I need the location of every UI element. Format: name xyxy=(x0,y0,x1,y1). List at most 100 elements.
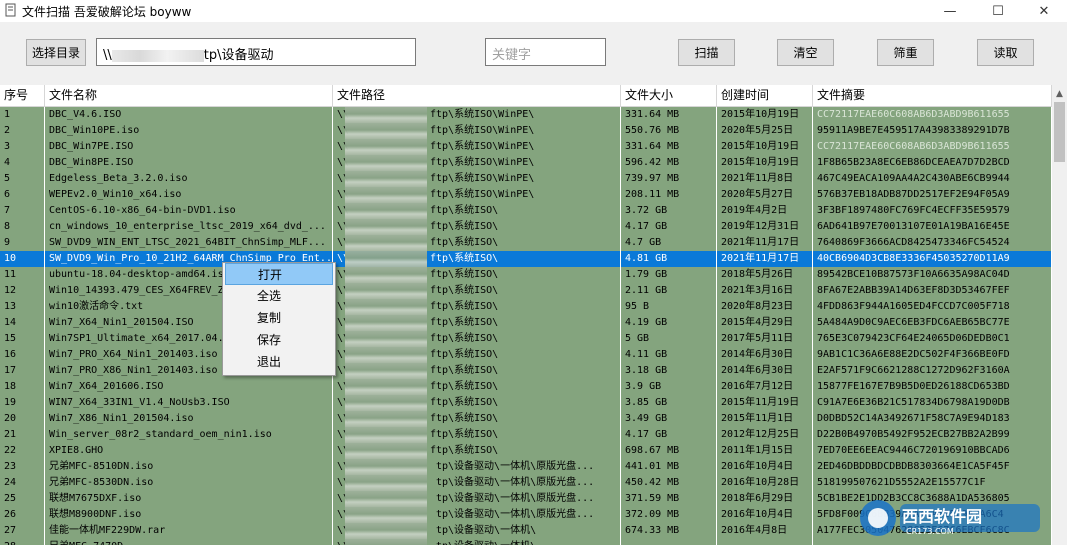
path-tail: ftp\系统ISO\ xyxy=(430,445,499,456)
scroll-up-arrow-icon[interactable]: ▲ xyxy=(1052,85,1067,102)
cell-filename: WEPEv2.0_Win10_x64.iso xyxy=(45,187,333,203)
cell-filename: 兄弟MFC-8510DN.iso xyxy=(45,459,333,475)
path-tail: ftp\系统ISO\ xyxy=(430,317,499,328)
table-row[interactable]: 24 兄弟MFC-8530DN.iso \\ tp\设备驱动\一体机\原版光盘... 4… xyxy=(0,475,1052,491)
cell-created: 2021年11月17日 xyxy=(717,251,813,267)
table-row[interactable]: 11 ubuntu-18.04-desktop-amd64.iso \\ ftp\系统… xyxy=(0,267,1052,283)
cell-filesize: 3.85 GB xyxy=(621,395,717,411)
cell-filesize: 95 B xyxy=(621,299,717,315)
dedupe-button[interactable]: 筛重 xyxy=(877,39,934,66)
table-row[interactable]: 1 DBC_V4.6.ISO \\ ftp\系统ISO\WinPE\ 331.64 MB… xyxy=(0,107,1052,123)
select-directory-button[interactable]: 选择目录 xyxy=(26,39,86,66)
table-row[interactable]: 21 Win_server_08r2_standard_oem_nin1.iso \… xyxy=(0,427,1052,443)
watermark-subtext: CR173.COM xyxy=(906,527,954,536)
path-tail: ftp\系统ISO\ xyxy=(430,301,499,312)
path-tail: ftp\系统ISO\ xyxy=(430,397,499,408)
cell-digest: CC72117EAE60C608AB6D3ABD9B611655 xyxy=(813,139,1052,155)
cell-filesize: 3.18 GB xyxy=(621,363,717,379)
app-icon xyxy=(5,3,16,17)
table-row[interactable]: 9 SW_DVD9_WIN_ENT_LTSC_2021_64BIT_ChnSimp… xyxy=(0,235,1052,251)
cell-filesize: ... xyxy=(621,539,717,545)
table-row[interactable]: 15 Win7SP1_Ultimate_x64_2017.04.iso \\ ftp\… xyxy=(0,331,1052,347)
directory-path-input[interactable]: \\ tp\设备驱动 xyxy=(96,38,416,66)
cell-index: 25 xyxy=(0,491,45,507)
table-row[interactable]: 20 Win7_X86_Nin1_201504.iso \\ ftp\系统ISO\ 3.… xyxy=(0,411,1052,427)
cell-filesize: 550.76 MB xyxy=(621,123,717,139)
cell-filename: 兄弟MFC-8530DN.iso xyxy=(45,475,333,491)
clear-button[interactable]: 清空 xyxy=(777,39,834,66)
cell-filesize: 2.11 GB xyxy=(621,283,717,299)
cell-filename: 联想M7675DXF.iso xyxy=(45,491,333,507)
watermark-text: 西西软件园 xyxy=(902,507,983,526)
cell-filesize: 5 GB xyxy=(621,331,717,347)
table-row[interactable]: 17 Win7_PRO_X86_Nin1_201403.iso \\ ftp\系统IS… xyxy=(0,363,1052,379)
scan-button[interactable]: 扫描 xyxy=(678,39,735,66)
cell-digest: C91A7E6E36B21C517834D6798A19D0DB xyxy=(813,395,1052,411)
path-tail: ftp\系统ISO\ xyxy=(430,285,499,296)
cell-created: 2021年3月16日 xyxy=(717,283,813,299)
header-index[interactable]: 序号 xyxy=(0,85,45,106)
cell-filesize: 3.49 GB xyxy=(621,411,717,427)
path-tail: ftp\系统ISO\WinPE\ xyxy=(430,157,535,168)
table-row[interactable]: 19 WIN7_X64_33IN1_V1.4_NoUsb3.ISO \\ ftp\系统… xyxy=(0,395,1052,411)
header-filesize[interactable]: 文件大小 xyxy=(621,85,717,106)
table-row[interactable]: 6 WEPEv2.0_Win10_x64.iso \\ ftp\系统ISO\WinPE… xyxy=(0,187,1052,203)
cell-index: 17 xyxy=(0,363,45,379)
table-row[interactable]: 2 DBC_Win10PE.iso \\ ftp\系统ISO\WinPE\ 550.76… xyxy=(0,123,1052,139)
table-row[interactable]: 22 XPIE8.GHO \\ ftp\系统ISO\ 698.67 MB 2011年1月1… xyxy=(0,443,1052,459)
close-button[interactable]: ✕ xyxy=(1021,0,1067,22)
cell-created: 2019年4月2日 xyxy=(717,203,813,219)
menu-exit[interactable]: 退出 xyxy=(225,351,333,373)
cell-index: 1 xyxy=(0,107,45,123)
read-button[interactable]: 读取 xyxy=(977,39,1034,66)
table-row[interactable]: 5 Edgeless_Beta_3.2.0.iso \\ ftp\系统ISO\WinP… xyxy=(0,171,1052,187)
cell-index: 27 xyxy=(0,523,45,539)
table-row[interactable]: 8 cn_windows_10_enterprise_ltsc_2019_x64_… xyxy=(0,219,1052,235)
maximize-button[interactable]: ☐ xyxy=(975,0,1021,22)
keyword-input[interactable]: 关键字 xyxy=(485,38,606,66)
cell-filename: Edgeless_Beta_3.2.0.iso xyxy=(45,171,333,187)
table-row[interactable]: 4 DBC_Win8PE.ISO \\ ftp\系统ISO\WinPE\ 596.42 … xyxy=(0,155,1052,171)
menu-select-all[interactable]: 全选 xyxy=(225,285,333,307)
table-row[interactable]: 16 Win7_PRO_X64_Nin1_201403.iso \\ ftp\系统IS… xyxy=(0,347,1052,363)
cell-filename: Win_server_08r2_standard_oem_nin1.iso xyxy=(45,427,333,443)
cell-filesize: 674.33 MB xyxy=(621,523,717,539)
table-row[interactable]: 3 DBC_Win7PE.ISO \\ ftp\系统ISO\WinPE\ 331.64 … xyxy=(0,139,1052,155)
cell-index: 4 xyxy=(0,155,45,171)
cell-filename: WIN7_X64_33IN1_V1.4_NoUsb3.ISO xyxy=(45,395,333,411)
path-tail: ftp\系统ISO\ xyxy=(430,253,499,264)
menu-open[interactable]: 打开 xyxy=(225,263,333,285)
header-filepath[interactable]: 文件路径 xyxy=(333,85,621,106)
path-tail: ftp\系统ISO\ xyxy=(430,381,499,392)
cell-filename: DBC_Win8PE.ISO xyxy=(45,155,333,171)
path-tail: tp\设备驱动\一体机\原版光盘... xyxy=(436,493,595,504)
cell-index: 10 xyxy=(0,251,45,267)
header-digest[interactable]: 文件摘要 xyxy=(813,85,1052,106)
menu-copy[interactable]: 复制 xyxy=(225,307,333,329)
cell-digest: D0DBD52C14A3492671F58C7A9E94D183 xyxy=(813,411,1052,427)
vertical-scrollbar[interactable]: ▲ xyxy=(1052,85,1067,545)
table-row[interactable]: 23 兄弟MFC-8510DN.iso \\ tp\设备驱动\一体机\原版光盘... 4… xyxy=(0,459,1052,475)
file-table[interactable]: 序号 文件名称 文件路径 文件大小 创建时间 文件摘要 1 DBC_V4.6.IS… xyxy=(0,85,1052,545)
header-filename[interactable]: 文件名称 xyxy=(45,85,333,106)
table-row[interactable]: 12 Win10_14393.479_CES_X64FREV_ZH-CN.iso \… xyxy=(0,283,1052,299)
cell-created: 2019年12月31日 xyxy=(717,219,813,235)
table-row[interactable]: 14 Win7_X64_Nin1_201504.ISO \\ ftp\系统ISO\ 4.… xyxy=(0,315,1052,331)
cell-created: 2015年10月19日 xyxy=(717,139,813,155)
scroll-thumb[interactable] xyxy=(1054,102,1065,162)
table-row[interactable]: 18 Win7_X64_201606.ISO \\ ftp\系统ISO\ 3.9 GB 2… xyxy=(0,379,1052,395)
cell-filename: 佳能一体机MF229DW.rar xyxy=(45,523,333,539)
path-tail: tp\设备驱动\一体机\原版光盘... xyxy=(436,509,595,520)
table-row[interactable]: 7 CentOS-6.10-x86_64-bin-DVD1.iso \\ ftp\系统… xyxy=(0,203,1052,219)
table-row[interactable]: 10 SW_DVD9_Win_Pro_10_21H2_64ARM_ChnSimp_… xyxy=(0,251,1052,267)
cell-index: 11 xyxy=(0,267,45,283)
minimize-button[interactable]: — xyxy=(927,0,973,22)
cell-filesize: 208.11 MB xyxy=(621,187,717,203)
cell-created: 2016年7月12日 xyxy=(717,379,813,395)
header-created[interactable]: 创建时间 xyxy=(717,85,813,106)
cell-filesize: 3.9 GB xyxy=(621,379,717,395)
menu-save[interactable]: 保存 xyxy=(225,329,333,351)
cell-filesize: 4.17 GB xyxy=(621,427,717,443)
path-tail: ftp\系统ISO\WinPE\ xyxy=(430,125,535,136)
table-row[interactable]: 13 win10激活命令.txt \\ ftp\系统ISO\ 95 B 2020年8月23… xyxy=(0,299,1052,315)
